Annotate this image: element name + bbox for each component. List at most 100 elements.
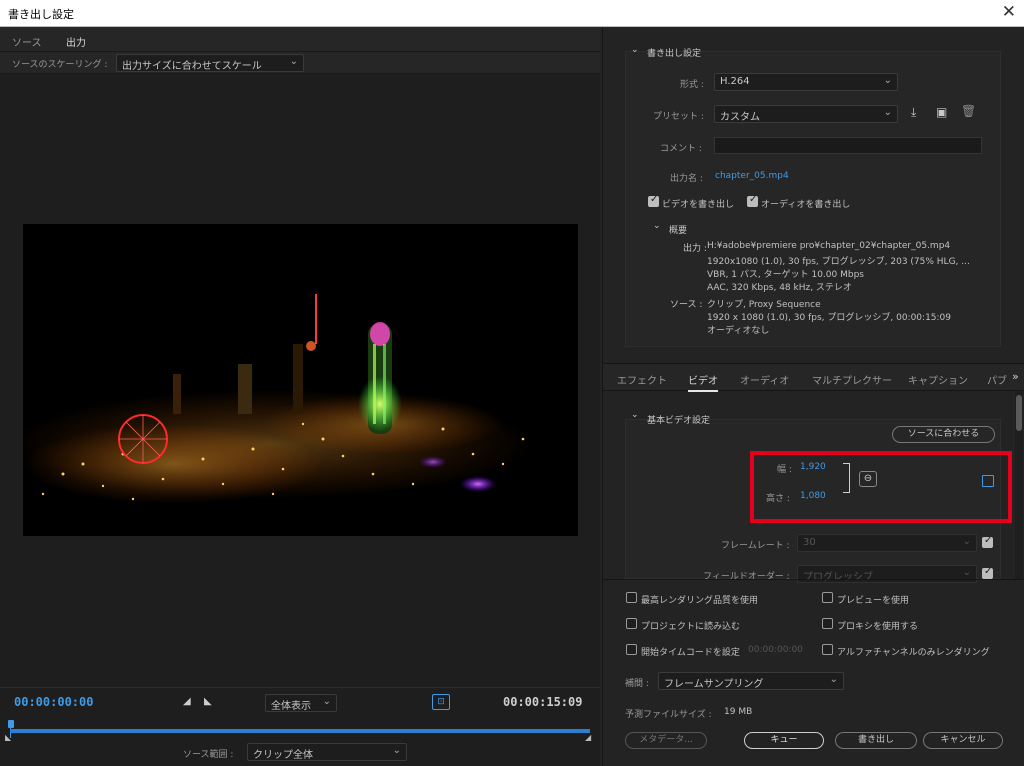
field-order-override-checkbox[interactable] [982,566,993,579]
delete-preset-icon[interactable]: 🗑 [961,104,976,118]
file-size-label: 予測ファイルサイズ : [625,710,712,720]
file-size-value: 19 MB [724,707,753,717]
timeline-area: 00:00:00:00 ◢ ◣ 全体表示 ⌄ ⊡ 00:00:15:09 ◣ ◢… [0,687,600,766]
tab-captions[interactable]: キャプション [908,372,968,387]
source-range-value: クリップ全体 [253,750,313,761]
source-output-tabs: ソース 出力 [0,27,600,54]
interpolation-dropdown[interactable]: フレームサンプリング ⌄ [658,672,844,690]
save-preset-icon[interactable]: ⤓ [911,105,916,120]
summary-output-line: 1920x1080 (1.0), 30 fps, プログレッシブ, 203 (7… [707,257,970,267]
chevron-down-icon: ⌄ [962,567,971,578]
framerate-label: フレームレート : [721,541,790,551]
max-render-quality-checkbox[interactable] [626,592,637,603]
night-city-image [23,224,578,536]
set-in-point-icon[interactable]: ◢ [183,696,191,707]
framerate-value: 30 [803,537,816,548]
field-order-label: フィールドオーダー : [703,572,790,582]
tab-audio[interactable]: オーディオ [740,372,789,387]
fit-frame-icon[interactable]: ⊡ [432,694,450,710]
summary-output-line: VBR, 1 パス, ターゲット 10.00 Mbps [707,270,864,280]
summary-source-line: クリップ, Proxy Sequence [707,300,821,310]
export-video-checkbox[interactable] [648,194,659,207]
preset-value: カスタム [720,112,760,123]
export-button[interactable]: 書き出し [835,732,917,749]
field-order-value: プログレッシブ [803,572,873,583]
tab-video[interactable]: ビデオ [688,372,718,392]
queue-button[interactable]: キュー [744,732,824,749]
preset-label: プリセット : [653,112,704,122]
export-video-label: ビデオを書き出し [662,200,735,210]
tab-effects[interactable]: エフェクト [617,372,667,387]
chevron-down-icon: ⌄ [883,107,892,118]
zoom-dropdown[interactable]: 全体表示 ⌄ [265,694,337,712]
match-source-button[interactable]: ソースに合わせる [892,426,995,443]
start-timecode-checkbox[interactable] [626,644,637,655]
use-proxies-checkbox[interactable] [822,618,833,629]
cancel-button[interactable]: キャンセル [923,732,1003,749]
chevron-down-icon: ⌄ [962,536,971,547]
summary-source-line: オーディオなし [707,326,770,336]
summary-toggle[interactable]: ⌄ [653,221,661,231]
zoom-value: 全体表示 [271,701,311,712]
comment-label: コメント : [660,144,702,154]
framerate-dropdown[interactable]: 30 ⌄ [797,534,977,552]
import-project-checkbox[interactable] [626,618,637,629]
output-name-link[interactable]: chapter_05.mp4 [715,171,789,181]
link-chain-icon[interactable]: ⊖ [859,471,877,487]
field-order-dropdown[interactable]: プログレッシブ ⌄ [797,565,977,583]
start-timecode-value[interactable]: 00:00:00:00 [748,645,803,655]
scrollbar-thumb[interactable] [1016,395,1022,431]
format-dropdown[interactable]: H.264 ⌄ [714,73,898,91]
output-name-label: 出力名 : [670,174,703,184]
format-label: 形式 : [680,80,704,90]
preset-dropdown[interactable]: カスタム ⌄ [714,105,898,123]
use-previews-checkbox[interactable] [822,592,833,603]
chevron-down-icon: ⌄ [322,696,331,707]
window-title: 書き出し設定 [8,8,74,21]
title-bar: 書き出し設定 ✕ [0,0,1024,27]
chevron-down-icon: ⌄ [829,674,838,685]
summary-output-label: 出力 : [683,244,707,254]
alpha-only-checkbox[interactable] [822,644,833,655]
interpolation-value: フレームサンプリング [664,679,764,690]
more-tabs-icon[interactable]: » [1012,370,1019,383]
source-range-label: ソース範囲 : [183,750,234,760]
range-bar[interactable] [10,729,590,733]
scrollbar-track[interactable] [1015,391,1023,579]
override-checkbox[interactable] [982,475,994,487]
basic-video-title: 基本ビデオ設定 [647,416,711,426]
tab-output[interactable]: 出力 [66,34,86,54]
framerate-override-checkbox[interactable] [982,535,993,548]
summary-source-line: 1920 x 1080 (1.0), 30 fps, プログレッシブ, 00:0… [707,313,952,323]
height-label: 高さ : [766,494,790,504]
format-value: H.264 [720,76,750,87]
tab-source[interactable]: ソース [12,34,42,49]
metadata-button[interactable]: メタデータ... [625,732,707,749]
export-audio-checkbox[interactable] [747,194,758,207]
set-out-point-icon[interactable]: ◣ [204,696,212,707]
tab-multiplexer[interactable]: マルチプレクサー [812,372,892,387]
height-value[interactable]: 1,080 [800,491,826,501]
summary-output-line: H:¥adobe¥premiere pro¥chapter_02¥chapter… [707,241,951,251]
close-icon[interactable]: ✕ [1002,2,1016,22]
comment-input[interactable] [714,137,982,154]
range-start-handle[interactable]: ◣ [5,733,11,742]
export-settings-title: 書き出し設定 [647,49,702,59]
export-settings-toggle[interactable]: ⌄ [631,45,639,55]
tab-publish[interactable]: パブ [987,372,1007,387]
playhead-handle[interactable] [8,720,14,728]
preview-panel: ソース 出力 ソースのスケーリング : 出力サイズに合わせてスケール ⌄ 00:… [0,27,600,766]
width-value[interactable]: 1,920 [800,462,826,472]
source-range-dropdown[interactable]: クリップ全体 ⌄ [247,743,407,761]
divider [603,579,1024,580]
export-audio-label: オーディオを書き出し [761,200,851,210]
scaling-label: ソースのスケーリング : [12,60,108,70]
use-previews-label: プレビューを使用 [837,596,910,606]
import-preset-icon[interactable]: ▣ [936,105,947,119]
summary-title: 概要 [669,226,688,236]
current-timecode[interactable]: 00:00:00:00 [14,695,93,709]
scaling-dropdown[interactable]: 出力サイズに合わせてスケール ⌄ [116,54,304,72]
basic-video-toggle[interactable]: ⌄ [631,410,639,420]
range-end-handle[interactable]: ◢ [585,733,591,742]
scaling-value: 出力サイズに合わせてスケール [122,61,262,72]
